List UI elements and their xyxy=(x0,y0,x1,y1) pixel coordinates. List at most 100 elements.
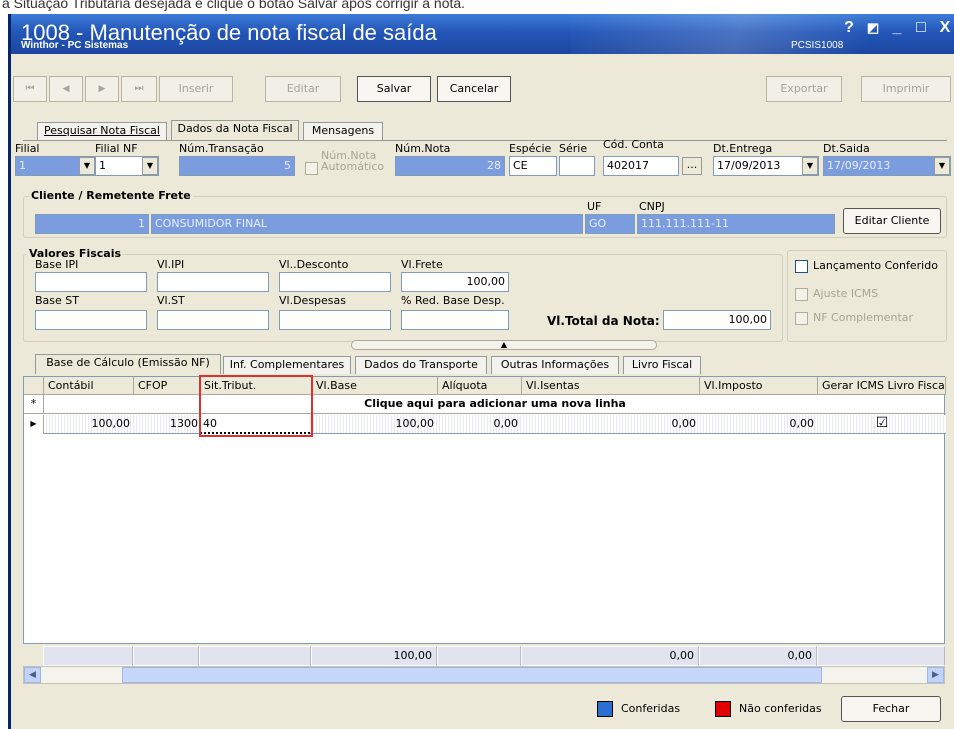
edit-button[interactable]: Editar xyxy=(265,76,341,102)
cell-cfop[interactable]: 1300 xyxy=(134,415,200,434)
close-icon[interactable]: X xyxy=(935,20,954,36)
cell-vl-imposto[interactable]: 0,00 xyxy=(700,415,818,434)
serie-field[interactable] xyxy=(559,156,595,176)
scroll-right-icon[interactable]: ▶ xyxy=(927,667,944,683)
total-aliquota xyxy=(437,646,521,666)
total-vl-imposto: 0,00 xyxy=(699,646,817,666)
restore-icon[interactable]: ◩ xyxy=(863,20,883,36)
base-ipi-label: Base IPI xyxy=(35,258,79,271)
insert-button[interactable]: Inserir xyxy=(159,76,233,102)
conta-search-button[interactable]: ... xyxy=(682,157,702,175)
subtab-base-calculo[interactable]: Base de Cálculo (Emissão NF) xyxy=(35,354,221,374)
close-button[interactable]: Fechar xyxy=(841,696,941,722)
cell-contabil[interactable]: 100,00 xyxy=(44,415,134,434)
cell-vl-isentas[interactable]: 0,00 xyxy=(522,415,700,434)
numnota-auto-checkbox[interactable] xyxy=(305,162,318,175)
total-gerar xyxy=(817,646,945,666)
cliente-code-field[interactable]: 1 xyxy=(35,214,149,234)
transacao-field[interactable]: 5 xyxy=(179,156,295,176)
last-record-button[interactable]: ⏭ xyxy=(121,76,157,102)
col-contabil[interactable]: Contábil xyxy=(44,377,134,395)
cancel-button[interactable]: Cancelar xyxy=(437,76,511,102)
horizontal-scrollbar[interactable]: ◀ ▶ xyxy=(23,666,945,684)
vl-frete-label: Vl.Frete xyxy=(401,258,443,271)
vl-desconto-field[interactable] xyxy=(279,272,391,292)
new-row-prompt[interactable]: Clique aqui para adicionar uma nova linh… xyxy=(44,395,946,414)
title-bar[interactable]: 1008 - Manutenção de nota fiscal de saíd… xyxy=(11,14,954,54)
total-contabil xyxy=(43,646,133,666)
scroll-thumb[interactable] xyxy=(122,667,822,683)
app-window: 1008 - Manutenção de nota fiscal de saíd… xyxy=(8,14,954,729)
vl-frete-field[interactable]: 100,00 xyxy=(401,272,509,292)
cell-aliquota[interactable]: 0,00 xyxy=(438,415,522,434)
tab-pesquisar-nota[interactable]: Pesquisar Nota Fiscal xyxy=(37,122,167,140)
next-record-button[interactable]: ▶ xyxy=(85,76,119,102)
cnpj-field[interactable]: 111.111.111-11 xyxy=(637,214,835,234)
lancamento-label: Lançamento Conferido xyxy=(813,259,938,272)
uf-field[interactable]: GO xyxy=(585,214,635,234)
vl-ipi-label: Vl.IPI xyxy=(157,258,185,271)
cliente-name-field[interactable]: CONSUMIDOR FINAL xyxy=(151,214,583,234)
save-button[interactable]: Salvar xyxy=(357,76,431,102)
subtab-inf-complementares[interactable]: Inf. Complementares xyxy=(223,356,351,374)
col-gerar-icms[interactable]: Gerar ICMS Livro Fiscal xyxy=(818,377,946,395)
vl-despesas-field[interactable] xyxy=(279,310,391,330)
ajuste-checkbox[interactable] xyxy=(795,288,808,301)
subtab-dados-transporte[interactable]: Dados do Transporte xyxy=(355,356,487,374)
col-aliquota[interactable]: Alíquota xyxy=(438,377,522,395)
cnpj-label: CNPJ xyxy=(639,200,665,213)
prev-record-button[interactable]: ◀ xyxy=(49,76,83,102)
tab-mensagens[interactable]: Mensagens xyxy=(303,122,383,140)
filialnf-dropdown-icon[interactable]: ▼ xyxy=(142,157,158,175)
print-button[interactable]: Imprimir xyxy=(861,76,951,102)
dtsaida-dropdown-icon[interactable]: ▼ xyxy=(934,157,950,175)
col-vl-isentas[interactable]: Vl.Isentas xyxy=(522,377,700,395)
gerar-icms-checkbox[interactable]: ☑ xyxy=(818,414,946,433)
edit-client-button[interactable]: Editar Cliente xyxy=(843,208,941,234)
legend-no-swatch xyxy=(715,701,731,717)
subtab-livro-fiscal[interactable]: Livro Fiscal xyxy=(623,356,701,374)
lancamento-checkbox[interactable] xyxy=(795,260,808,273)
vl-st-label: Vl.ST xyxy=(157,294,185,307)
especie-field[interactable]: CE xyxy=(509,156,557,176)
filial-dropdown-icon[interactable]: ▼ xyxy=(79,157,95,175)
window-subtitle: Winthor - PC Sistemas xyxy=(21,40,129,51)
total-label: Vl.Total da Nota: xyxy=(547,314,660,328)
nf-compl-checkbox[interactable] xyxy=(795,312,808,325)
total-vl-isentas: 0,00 xyxy=(521,646,699,666)
numnota-label: Núm.Nota xyxy=(395,142,451,155)
minimize-icon[interactable]: _ xyxy=(887,20,907,36)
splitter-handle[interactable]: ▲ xyxy=(351,340,657,350)
dtsaida-field[interactable]: 17/09/2013 xyxy=(823,156,951,176)
vl-despesas-label: Vl.Despesas xyxy=(279,294,346,307)
vl-ipi-field[interactable] xyxy=(157,272,269,292)
scroll-left-icon[interactable]: ◀ xyxy=(24,667,41,683)
red-base-field[interactable] xyxy=(401,310,509,330)
dtentrega-dropdown-icon[interactable]: ▼ xyxy=(802,157,818,175)
dtsaida-label: Dt.Saida xyxy=(823,142,870,155)
help-icon[interactable]: ? xyxy=(839,20,859,36)
base-st-field[interactable] xyxy=(35,310,147,330)
cell-vl-base[interactable]: 100,00 xyxy=(312,415,438,434)
subtab-outras-informacoes[interactable]: Outras Informações xyxy=(491,356,619,374)
col-cfop[interactable]: CFOP xyxy=(134,377,200,395)
conta-field[interactable]: 402017 xyxy=(603,156,679,176)
col-vl-base[interactable]: Vl.Base xyxy=(312,377,438,395)
uf-label: UF xyxy=(587,200,602,213)
numnota-auto-label: Núm.Nota Automático xyxy=(321,149,385,173)
col-vl-imposto[interactable]: Vl.Imposto xyxy=(700,377,818,395)
total-field[interactable]: 100,00 xyxy=(663,310,771,330)
legend-ok-swatch xyxy=(597,701,613,717)
base-st-label: Base ST xyxy=(35,294,79,307)
toolbar: ⏮ ◀ ▶ ⏭ Inserir Editar Salvar Cancelar E… xyxy=(13,56,954,108)
total-sit xyxy=(199,646,311,666)
first-record-button[interactable]: ⏮ xyxy=(13,76,47,102)
numnota-field[interactable]: 28 xyxy=(395,156,505,176)
vl-st-field[interactable] xyxy=(157,310,269,330)
maximize-icon[interactable]: □ xyxy=(911,20,931,36)
base-ipi-field[interactable] xyxy=(35,272,147,292)
tab-dados-nota[interactable]: Dados da Nota Fiscal xyxy=(171,120,299,140)
row-selector-icon[interactable]: ▶ xyxy=(24,415,44,434)
items-grid[interactable]: Contábil CFOP Sit.Tribut. Vl.Base Alíquo… xyxy=(23,375,946,644)
export-button[interactable]: Exportar xyxy=(766,76,842,102)
